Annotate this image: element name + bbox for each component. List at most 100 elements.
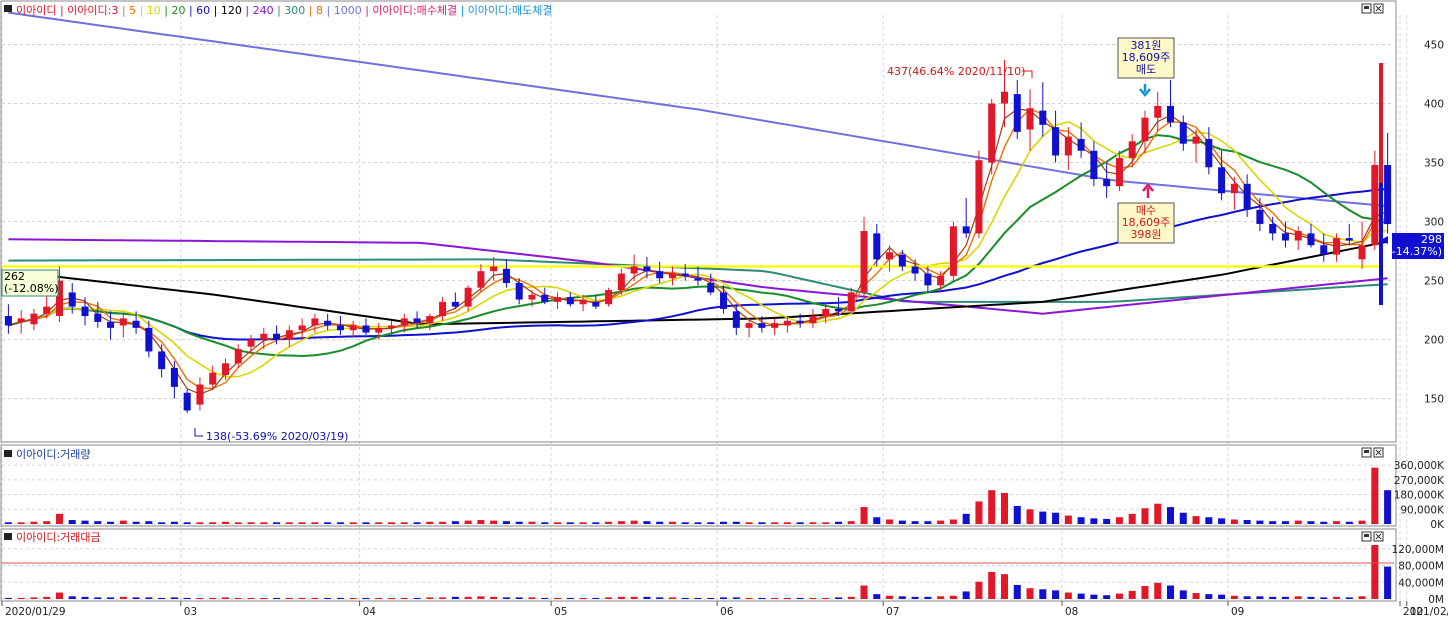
volume-bar: [1000, 493, 1009, 524]
amount-bar: [209, 597, 217, 599]
volume-bar: [221, 521, 229, 524]
volume-bar: [400, 522, 408, 524]
volume-tick-label: 270,000K: [1394, 475, 1445, 487]
amount-bar: [285, 597, 293, 599]
amount-bar: [1077, 593, 1085, 599]
amount-bar: [145, 597, 153, 599]
candle-body: [1167, 105, 1175, 123]
amount-bar: [107, 597, 115, 599]
candle-body: [911, 266, 919, 274]
amount-bar: [55, 592, 63, 599]
candle-body: [681, 273, 689, 276]
candle-body: [81, 306, 89, 317]
volume-bar: [81, 520, 89, 524]
price-y-axis: 450 400 350 300 250 200 150: [1424, 40, 1444, 406]
candle-body: [4, 316, 12, 326]
volume-legend-icon[interactable]: [4, 450, 12, 457]
amount-bar: [515, 597, 523, 599]
amount-bar: [758, 597, 766, 599]
ma-5-line: [8, 108, 1388, 390]
candle-body: [783, 320, 791, 326]
candle-body: [1077, 138, 1085, 151]
price-legend: 이아이디 | 이아이디:3 | 5 | 10 | 20 | 60 | 120 |…: [16, 4, 552, 17]
candle-body: [1026, 108, 1034, 130]
volume-bar: [668, 521, 676, 524]
candle-body: [260, 333, 268, 340]
amount-bar: [681, 597, 689, 599]
volume-bar: [1281, 521, 1289, 524]
amount-bar: [1115, 593, 1123, 599]
amount-bar: [234, 597, 242, 599]
amount-bar: [886, 595, 894, 599]
candle-body: [298, 325, 306, 331]
y-tick-label: 450: [1424, 40, 1444, 52]
candle-body: [1052, 127, 1060, 156]
volume-bar: [260, 522, 268, 524]
volume-bar: [413, 522, 421, 524]
amount-panel-buttons[interactable]: [1361, 531, 1384, 542]
volume-bar: [349, 522, 357, 524]
volume-tick-label: 180,000K: [1394, 490, 1445, 502]
volume-bar: [592, 522, 600, 524]
candle-body: [439, 301, 447, 317]
legend-toggle-icon[interactable]: [4, 5, 12, 12]
amount-bar: [375, 597, 383, 599]
volume-bar: [183, 522, 191, 524]
volume-bar: [579, 522, 587, 524]
volume-bar: [1333, 521, 1341, 524]
volume-bar: [30, 521, 38, 524]
volume-bar: [758, 522, 766, 524]
stock-chart[interactable]: 이아이디 | 이아이디:3 | 5 | 10 | 20 | 60 | 120 |…: [0, 0, 1448, 622]
volume-bar: [375, 522, 383, 524]
volume-panel-buttons[interactable]: [1361, 447, 1384, 458]
amount-bar: [1371, 545, 1379, 599]
x-tick-label: 06: [720, 606, 734, 618]
amount-bar: [349, 597, 357, 599]
amount-bar: [668, 597, 676, 599]
amount-bar: [273, 597, 281, 599]
candle-body: [336, 325, 344, 331]
amount-bar: [1064, 592, 1072, 599]
candle-body: [1205, 138, 1213, 168]
candle-body: [68, 292, 76, 307]
candle-body: [988, 103, 996, 163]
amount-bar: [1039, 589, 1047, 599]
volume-bar: [1179, 512, 1187, 524]
candle-body: [924, 273, 932, 286]
amount-bar: [834, 597, 842, 599]
amount-bar: [847, 596, 855, 599]
amount-bar: [362, 597, 370, 599]
volume-bar: [1141, 508, 1149, 524]
legend-item: | 60: [185, 4, 210, 17]
amount-legend-icon[interactable]: [4, 533, 12, 540]
candle-body: [464, 287, 472, 307]
amount-bar: [796, 597, 804, 599]
amount-bar: [43, 596, 51, 599]
amount-bar: [196, 597, 204, 599]
candle-body: [745, 323, 753, 328]
candle-body: [1064, 136, 1072, 156]
volume-bar: [209, 522, 217, 524]
volume-bar: [477, 520, 485, 524]
candle-body: [413, 318, 421, 324]
volume-bar: [949, 519, 957, 524]
candle-body: [183, 392, 191, 411]
candle-body: [1218, 167, 1226, 194]
volume-bar: [605, 521, 613, 524]
candle-body: [43, 306, 51, 314]
candle-body: [1154, 105, 1162, 118]
candle-body: [822, 308, 830, 317]
amount-bar: [822, 597, 830, 599]
amount-bar: [949, 595, 957, 599]
candle-body: [809, 316, 817, 324]
volume-bar: [1294, 520, 1302, 524]
price-panel-buttons[interactable]: [1361, 3, 1384, 14]
volume-bar: [55, 513, 63, 524]
ma-20-line: [8, 134, 1388, 358]
candle-body: [694, 278, 702, 281]
legend-item: | 5: [118, 4, 136, 17]
candle-body: [732, 311, 740, 328]
volume-bar: [158, 522, 166, 524]
candle-body: [937, 275, 945, 286]
volume-bar: [451, 521, 459, 524]
